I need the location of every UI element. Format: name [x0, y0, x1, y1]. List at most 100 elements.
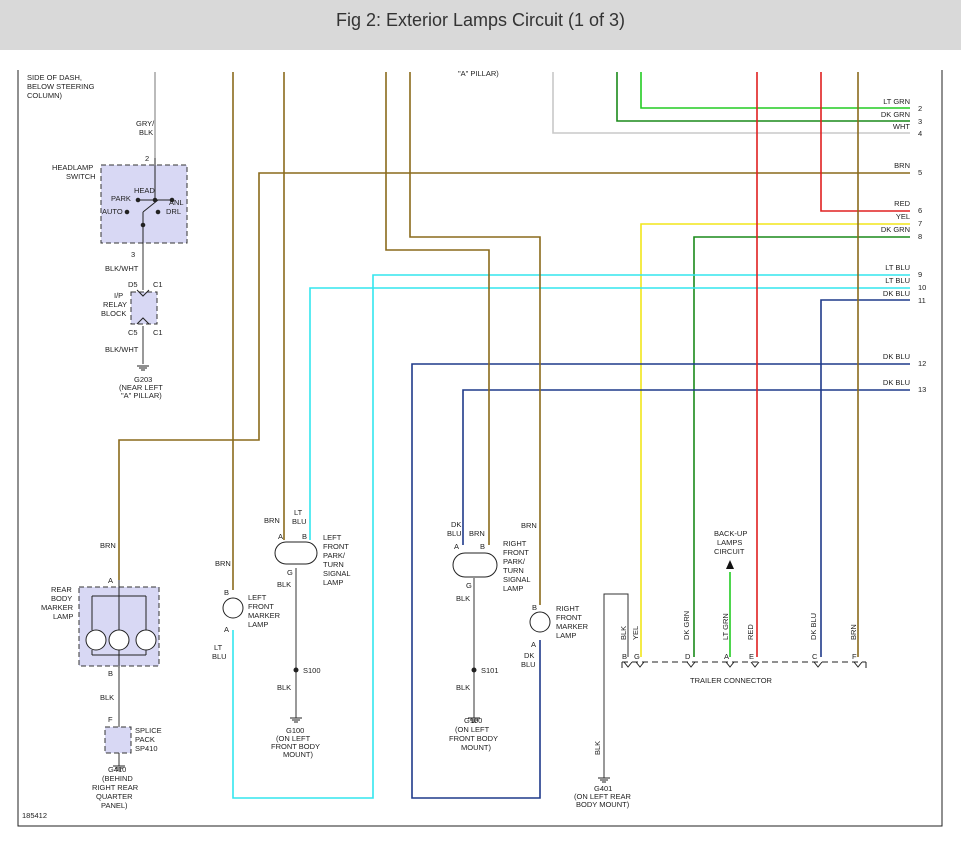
lfm-label-3: MARKER	[248, 611, 281, 620]
wire-number-label: 6	[918, 206, 922, 215]
wire-number-label: 4	[918, 129, 922, 138]
trailer-pin-label: F	[852, 652, 857, 661]
rfm-label-4: LAMP	[556, 631, 576, 640]
lfp-pin-b: B	[302, 532, 307, 541]
headlamp-switch-label-2: SWITCH	[66, 172, 96, 181]
switch-head: HEAD	[134, 186, 155, 195]
lfm-label-4: LAMP	[248, 620, 268, 629]
trailer-pin-label: E	[749, 652, 754, 661]
g100-right-id: G100	[464, 716, 482, 725]
wire-wht-4	[552, 72, 910, 134]
blk-wht-bottom: BLK/WHT	[105, 345, 139, 354]
right-park-lamp-bulb	[452, 552, 498, 578]
wire-red-6	[820, 72, 910, 212]
wire-brn-right-park	[385, 72, 490, 545]
rfm-brn: BRN	[521, 521, 537, 530]
trailer-pin-terminal	[725, 661, 735, 668]
lfp-label-1: LEFT	[323, 533, 342, 542]
trailer-pin-terminal	[623, 661, 633, 668]
rfm-pin-a: A	[531, 640, 536, 649]
g100-right-note-3: MOUNT)	[461, 743, 491, 752]
s100-label: S100	[303, 666, 321, 675]
wire-number-label: 12	[918, 359, 926, 368]
wire-number-label: 7	[918, 219, 922, 228]
rfp-label-1: RIGHT	[503, 539, 527, 548]
g401-blk: BLK	[593, 741, 602, 755]
lfp-label-6: LAMP	[323, 578, 343, 587]
trailer-pin-label: B	[622, 652, 627, 661]
right-front-marker-bulb	[529, 611, 551, 633]
wire-color-label: RED	[894, 199, 910, 208]
right-wire-labels: LT GRN 2 DK GRN 3 WHT 4 BRN 5 RED 6 YEL 7 DK GRN 8 LT …	[881, 97, 927, 394]
headlamp-switch-label-1: HEADLAMP	[52, 163, 93, 172]
rfp-brn: BRN	[469, 529, 485, 538]
trailer-pin-terminal	[750, 661, 760, 668]
wire-color-label: WHT	[893, 122, 910, 131]
rfp-pin-g: G	[466, 581, 472, 590]
lfp-blk: BLK	[277, 580, 291, 589]
lfp-ltblu-1: LT	[294, 508, 303, 517]
trailer-pin-label: D	[685, 652, 691, 661]
trailer-wire-label: YEL	[631, 626, 640, 640]
rfp-pin-b: B	[480, 542, 485, 551]
g100-right-note-1: (ON LEFT	[455, 725, 490, 734]
wire-color-label: LT BLU	[885, 276, 910, 285]
splice-s100	[293, 667, 299, 673]
wire-color-label: DK BLU	[883, 289, 910, 298]
left-park-lamp-bulb	[274, 541, 318, 565]
s101-label: S101	[481, 666, 499, 675]
splice-pin-f: F	[108, 715, 113, 724]
left-front-marker-bulb	[222, 597, 244, 619]
g410-note-1: (BEHIND	[102, 774, 133, 783]
dash-note-3: COLUMN)	[27, 91, 63, 100]
wire-yel-7	[640, 223, 910, 657]
wire-color-label: DK GRN	[881, 110, 910, 119]
lfp-label-5: SIGNAL	[323, 569, 351, 578]
lfm-pin-a: A	[224, 625, 229, 634]
lfm-label-2: FRONT	[248, 602, 274, 611]
switch-drl: DRL	[166, 207, 181, 216]
rfm-label-1: RIGHT	[556, 604, 580, 613]
wire-number-label: 13	[918, 385, 926, 394]
trailer-pin-terminal	[853, 661, 863, 668]
trailer-pin-terminal	[635, 661, 645, 668]
trailer-wire-label: DK GRN	[682, 611, 691, 640]
wire-number-label: 10	[918, 283, 926, 292]
relay-c1a: C1	[153, 280, 163, 289]
splice-s101	[471, 667, 477, 673]
wire-color-label: YEL	[896, 212, 910, 221]
wire-color-label: LT BLU	[885, 263, 910, 272]
relay-label-1: I/P	[114, 291, 123, 300]
wire-number-label: 8	[918, 232, 922, 241]
rear-blk: BLK	[100, 693, 114, 702]
lfm-ltblu-1: LT	[214, 643, 223, 652]
trailer-wire-label: RED	[746, 624, 755, 640]
rfp-dkblu-2: BLU	[447, 529, 462, 538]
rear-label-3: MARKER	[41, 603, 74, 612]
wire-brn-5	[118, 172, 910, 580]
rfp-label-3: PARK/	[503, 557, 526, 566]
wire-dk-grn-3	[616, 72, 910, 122]
rear-label-1: REAR	[51, 585, 72, 594]
switch-pin-out: 3	[131, 250, 135, 259]
rfp-label-5: SIGNAL	[503, 575, 531, 584]
trailer-wire-label: DK BLU	[809, 613, 818, 640]
rfp-label-2: FRONT	[503, 548, 529, 557]
g401-note-2: BODY MOUNT)	[576, 800, 630, 809]
rfp-blk: BLK	[456, 594, 470, 603]
trailer-wire-label: LT GRN	[721, 613, 730, 640]
trailer-pin-terminal	[813, 661, 823, 668]
trailer-pin-label: G	[634, 652, 640, 661]
splice-label-2: PACK	[135, 735, 155, 744]
rfm-pin-b: B	[532, 603, 537, 612]
wire-number-label: 3	[918, 117, 922, 126]
dashed-gnd	[295, 690, 475, 715]
backup-label-1: BACK-UP	[714, 529, 747, 538]
g100-left-note-3: MOUNT)	[283, 750, 313, 759]
switch-park: PARK	[111, 194, 131, 203]
g410-id: G410	[108, 765, 126, 774]
splice-label-1: SPLICE	[135, 726, 162, 735]
wire-color-label: BRN	[894, 161, 910, 170]
trailer-pin-label: A	[724, 652, 729, 661]
wire-number-label: 2	[918, 104, 922, 113]
